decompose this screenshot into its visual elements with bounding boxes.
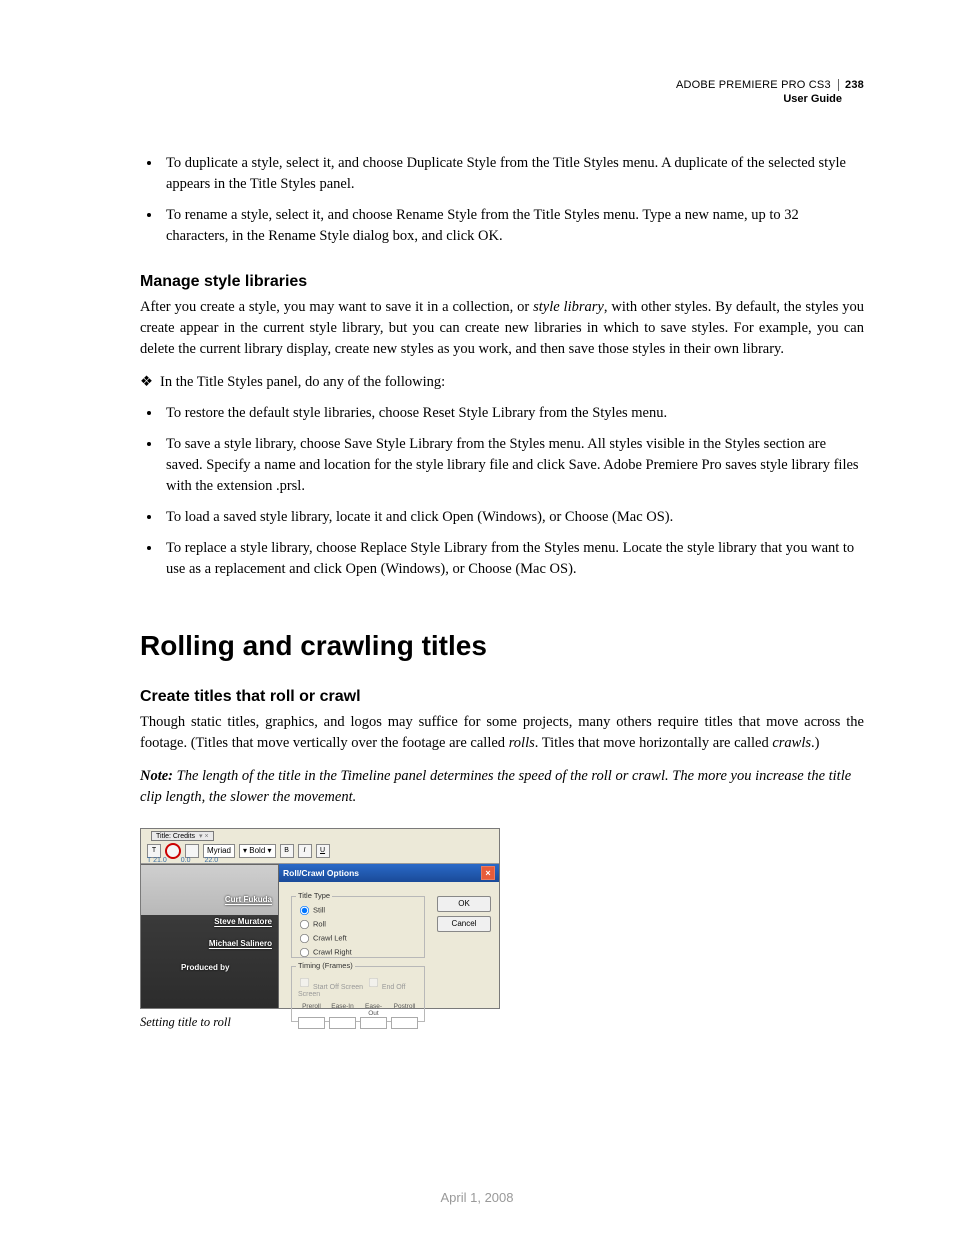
cancel-button[interactable]: Cancel xyxy=(437,916,491,932)
panel-tab[interactable]: Title: Credits▾ × xyxy=(151,831,214,841)
postroll-input[interactable] xyxy=(391,1017,418,1029)
chevron-down-icon: ▾ xyxy=(268,846,272,855)
titler-toolbar: Title: Credits▾ × T Myriad ▾ Bold ▾ B I … xyxy=(141,829,499,864)
product-name: ADOBE PREMIERE PRO CS3 xyxy=(676,79,831,91)
list-item: To duplicate a style, select it, and cho… xyxy=(162,153,864,195)
diamond-icon: ❖ xyxy=(140,372,160,393)
list-item: To load a saved style library, locate it… xyxy=(162,507,864,528)
bold-button[interactable]: B xyxy=(280,844,294,858)
note-label: Note: xyxy=(140,768,173,784)
intro-list: To duplicate a style, select it, and cho… xyxy=(140,153,864,247)
list-item: To rename a style, select it, and choose… xyxy=(162,205,864,247)
font-family-select[interactable]: Myriad xyxy=(203,844,235,858)
radio-still[interactable]: Still xyxy=(298,904,418,917)
fieldset-legend: Title Type xyxy=(296,891,332,900)
credit-text: Michael Salinero xyxy=(209,939,272,948)
body-paragraph: Though static titles, graphics, and logo… xyxy=(140,712,864,754)
easein-input[interactable] xyxy=(329,1017,356,1029)
rollcrawl-dialog: Roll/Crawl Options × Title Type Still Ro… xyxy=(279,864,499,1008)
manage-list: To restore the default style libraries, … xyxy=(140,403,864,580)
timing-group: Timing (Frames) Start Off Screen End Off… xyxy=(291,966,425,1022)
easeout-input[interactable] xyxy=(360,1017,387,1029)
note-block: Note: The length of the title in the Tim… xyxy=(140,766,864,808)
heading-manage-styles: Manage style libraries xyxy=(140,273,864,291)
page-number: 238 xyxy=(838,79,864,91)
credit-text: Produced by xyxy=(181,963,229,972)
end-off-checkbox xyxy=(369,978,378,987)
italic-button[interactable]: I xyxy=(298,844,312,858)
list-item: To save a style library, choose Save Sty… xyxy=(162,434,864,497)
tool-icon[interactable]: T xyxy=(147,844,161,858)
credit-text: Curt Fukuda xyxy=(225,895,272,904)
figure-caption: Setting title to roll xyxy=(140,1015,864,1030)
diamond-intro: ❖In the Title Styles panel, do any of th… xyxy=(140,372,864,393)
radio-crawl-left[interactable]: Crawl Left xyxy=(298,932,418,945)
heading-create-titles: Create titles that roll or crawl xyxy=(140,688,864,706)
radio-crawl-right[interactable]: Crawl Right xyxy=(298,946,418,959)
title-canvas: Curt Fukuda Steve Muratore Michael Salin… xyxy=(141,864,279,1008)
doc-subtitle: User Guide xyxy=(140,92,864,106)
credit-text: Steve Muratore xyxy=(214,917,272,926)
screenshot-figure: Title: Credits▾ × T Myriad ▾ Bold ▾ B I … xyxy=(140,828,500,1009)
fieldset-legend: Timing (Frames) xyxy=(296,961,355,970)
preroll-input[interactable] xyxy=(298,1017,325,1029)
heading-rolling-crawling: Rolling and crawling titles xyxy=(140,630,864,662)
underline-button[interactable]: U xyxy=(316,844,330,858)
page-header: ADOBE PREMIERE PRO CS3 238 User Guide xyxy=(140,78,864,107)
chevron-down-icon: ▾ × xyxy=(199,833,209,840)
font-weight-select[interactable]: ▾ Bold ▾ xyxy=(239,844,276,858)
body-paragraph: After you create a style, you may want t… xyxy=(140,297,864,360)
list-item: To replace a style library, choose Repla… xyxy=(162,538,864,580)
ok-button[interactable]: OK xyxy=(437,896,491,912)
title-type-group: Title Type Still Roll Crawl Left Crawl R… xyxy=(291,896,425,958)
ruler-values: T 21.0 0.0 22.0 xyxy=(147,857,218,864)
radio-roll[interactable]: Roll xyxy=(298,918,418,931)
dialog-title: Roll/Crawl Options xyxy=(283,868,359,878)
start-off-checkbox xyxy=(300,978,309,987)
tool-icon[interactable] xyxy=(185,844,199,858)
footer-date: April 1, 2008 xyxy=(0,1190,954,1205)
close-icon[interactable]: × xyxy=(481,866,495,880)
chevron-down-icon: ▾ xyxy=(243,846,247,855)
list-item: To restore the default style libraries, … xyxy=(162,403,864,424)
